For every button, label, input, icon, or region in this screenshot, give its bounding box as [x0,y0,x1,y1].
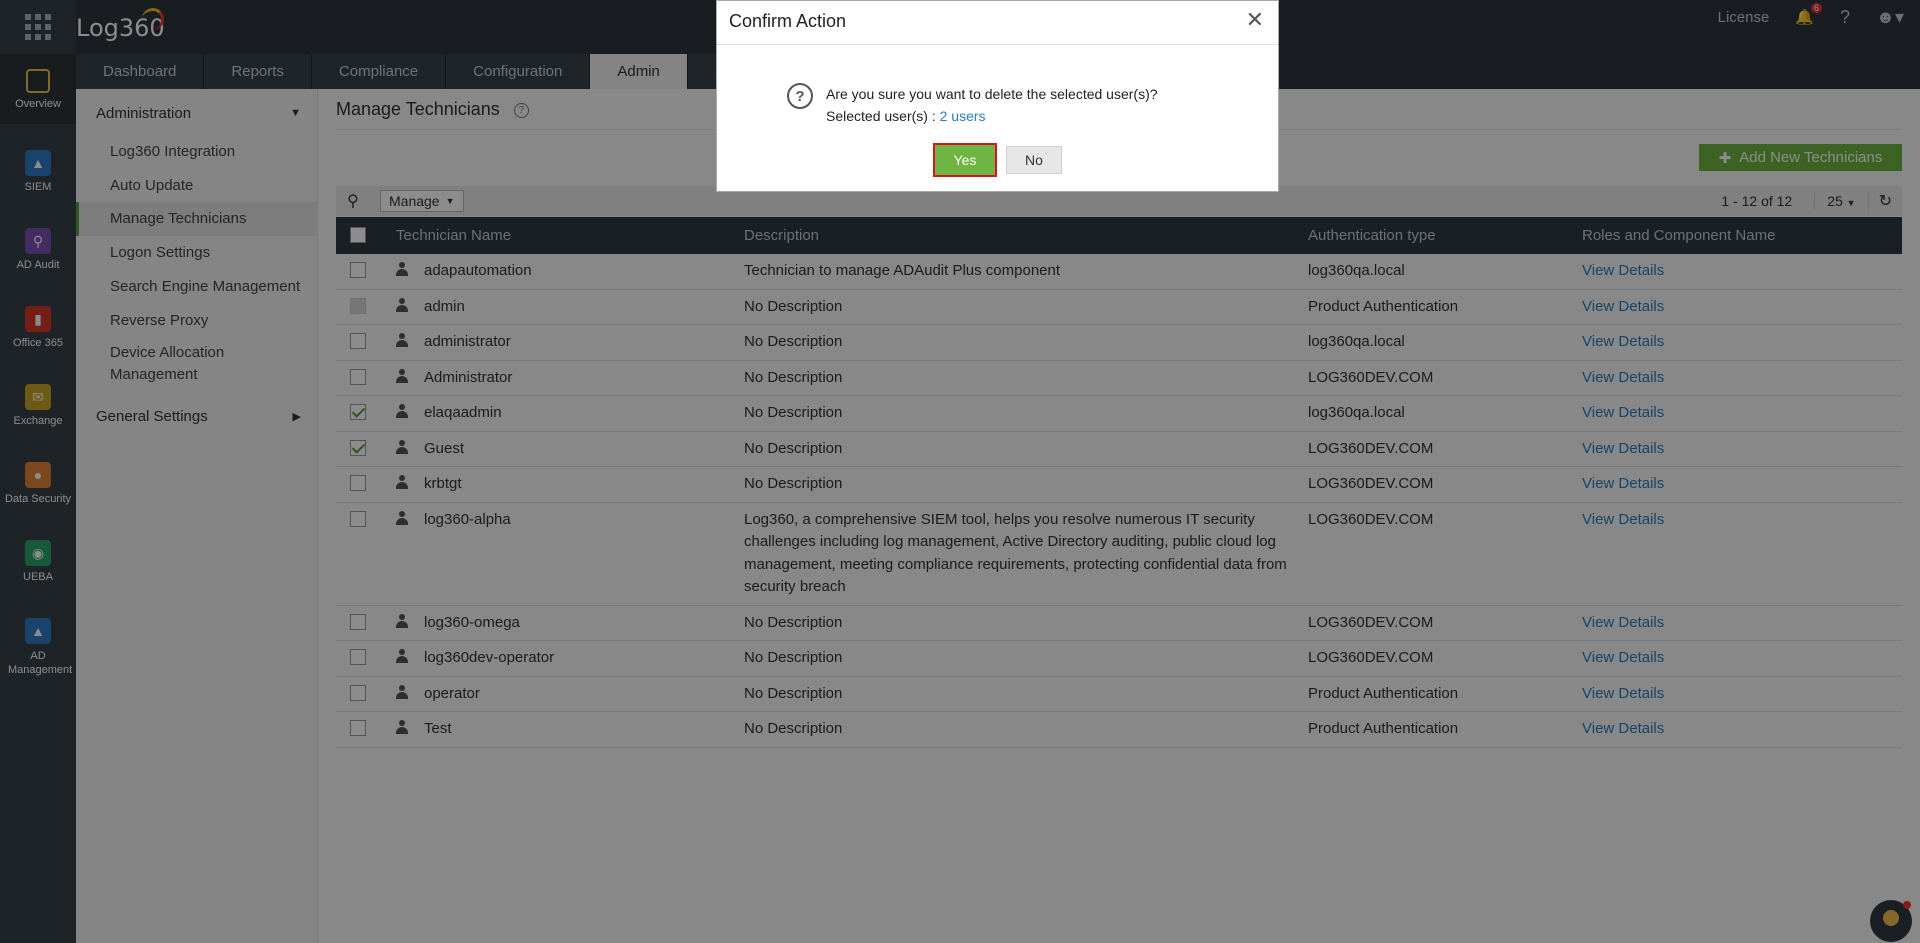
selected-users-label: Selected user(s) : [826,108,936,124]
confirm-dialog: Confirm Action ✕ ? Are you sure you want… [716,0,1279,192]
close-icon[interactable]: ✕ [1246,9,1264,31]
dialog-message: Are you sure you want to delete the sele… [826,83,1158,127]
yes-button[interactable]: Yes [933,143,997,177]
selected-users-line: Selected user(s) : 2 users [826,105,1158,127]
confirm-text: Are you sure you want to delete the sele… [826,86,1158,102]
no-button[interactable]: No [1006,146,1062,174]
dialog-title: Confirm Action [729,11,847,31]
dialog-divider [717,44,1278,45]
question-icon: ? [787,83,813,109]
selected-users-link[interactable]: 2 users [940,108,986,124]
